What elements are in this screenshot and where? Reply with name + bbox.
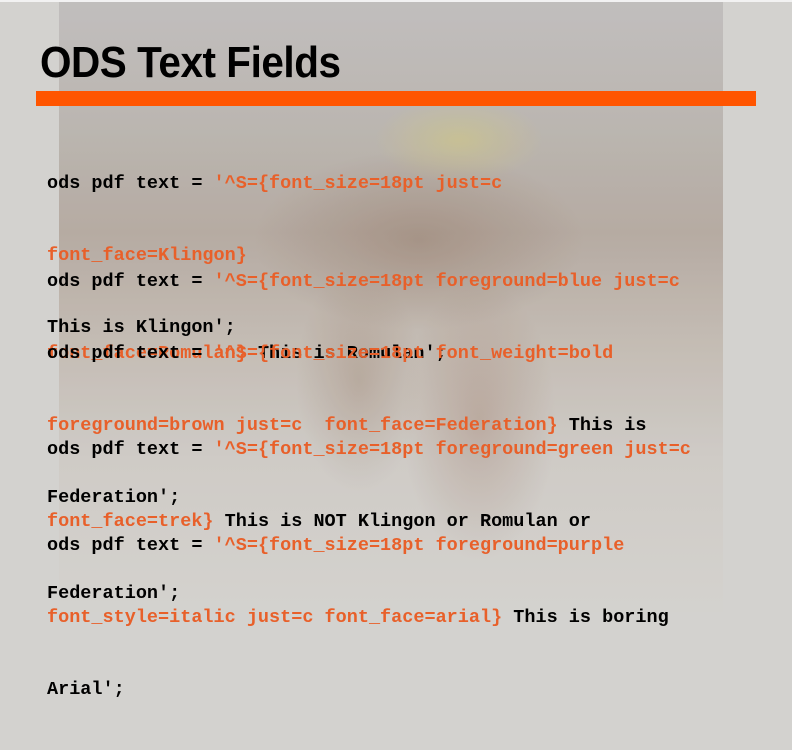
code-line: ods pdf text = '^S={font_size=18pt foreg… (47, 438, 767, 462)
code-style-option: '^S={font_size=18pt just=c (213, 173, 503, 194)
code-example-arial: ods pdf text = '^S={font_size=18pt foreg… (47, 486, 767, 750)
code-style-option: '^S={font_size=18pt foreground=purple (213, 535, 625, 556)
code-statement: ods pdf text = (47, 439, 214, 460)
slide: ODS Text Fields ods pdf text = '^S={font… (0, 0, 792, 700)
code-style-option: '^S={font_size=18pt foreground=blue just… (213, 271, 680, 292)
code-statement: ods pdf text = (47, 343, 214, 364)
code-style-option: font_style=italic just=c font_face=arial… (47, 607, 503, 628)
code-text: This is boring (502, 607, 669, 628)
code-line: ods pdf text = '^S={font_size=18pt foreg… (47, 270, 767, 294)
top-strip (0, 0, 792, 2)
code-line: ods pdf text = '^S={font_size=18pt foreg… (47, 534, 767, 558)
code-line: ods pdf text = '^S={font_size=18pt just=… (47, 172, 767, 196)
code-line: Arial'; (47, 678, 767, 702)
code-text: Arial'; (47, 679, 125, 700)
slide-title: ODS Text Fields (40, 38, 341, 87)
code-statement: ods pdf text = (47, 535, 214, 556)
code-style-option: '^S={font_size=18pt font_weight=bold (213, 343, 614, 364)
code-statement: ods pdf text = (47, 271, 214, 292)
code-style-option: '^S={font_size=18pt foreground=green jus… (213, 439, 691, 460)
code-statement: ods pdf text = (47, 173, 214, 194)
code-line: ods pdf text = '^S={font_size=18pt font_… (47, 342, 767, 366)
title-underline-bar (36, 91, 756, 106)
code-line: font_style=italic just=c font_face=arial… (47, 606, 767, 630)
